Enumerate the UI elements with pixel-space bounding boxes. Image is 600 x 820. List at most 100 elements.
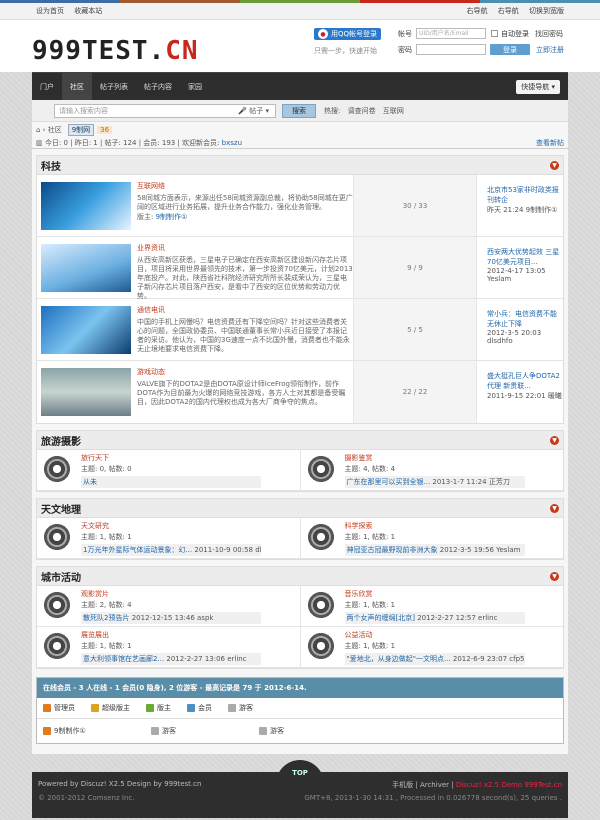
last-post[interactable]: 意大利领事馆在艺画廊2... 2012-2-27 13:06 erlinc — [81, 653, 261, 665]
site-header: 999TEST.CN ● 用QQ帐号登录 只需一步，快速开始 帐号 UID/用户… — [0, 20, 600, 72]
nav-item[interactable]: 帖子列表 — [92, 73, 136, 100]
forum-thumbnail[interactable] — [41, 182, 131, 230]
footer-links[interactable]: 手机版 | Archiver | — [392, 781, 453, 789]
nav-item[interactable]: 社区 — [62, 73, 92, 100]
last-post[interactable]: 1万光年外星际气体运动景象：幻... 2011-10-9 00:58 dlsdh… — [81, 544, 261, 556]
forum-gear-icon[interactable] — [304, 589, 337, 621]
online-user[interactable]: 游客 — [151, 726, 259, 736]
forum-stats: 主题: 1, 帖数: 1 — [344, 642, 396, 650]
forum-sections: 科技 ▼ 互联网络 58同城方面表示，来源出任58同城资源副总裁，将协助58同城… — [32, 155, 568, 669]
processed-time: GMT+8, 2013-1-30 14:31 , Processed in 0.… — [304, 794, 562, 802]
set-homepage-link[interactable]: 设为首页 — [36, 7, 64, 15]
search-button[interactable]: 搜索 — [282, 103, 316, 118]
user-icon — [151, 727, 159, 735]
breadcrumb-community[interactable]: 社区 — [48, 125, 62, 135]
new-member-link[interactable]: bxszu — [222, 139, 242, 147]
forum-section: 城市活动 ▼ 观影赏片 主题: 2, 帖数: 4 散死队2预告片 2012-12… — [36, 566, 564, 669]
moderator-link[interactable]: 9制制作① — [156, 213, 188, 221]
forum-thumbnail[interactable] — [41, 244, 131, 292]
hot-search-item[interactable]: 调查问卷 — [348, 107, 376, 115]
forum-thumbnail[interactable] — [41, 306, 131, 354]
last-post[interactable]: 从未 — [81, 476, 261, 488]
forum-thumbnail[interactable] — [41, 368, 131, 416]
user-icon — [259, 727, 267, 735]
forum-name-link[interactable]: 科学探索 — [345, 521, 525, 531]
collapse-icon[interactable]: ▼ — [550, 435, 559, 445]
login-button[interactable]: 登录 — [490, 44, 530, 55]
last-post[interactable]: 神冠亚古冠最野现前非洲大象 2012-3-5 19:56 Yeslam — [344, 544, 525, 556]
forum-gear-icon[interactable] — [304, 521, 337, 553]
forum-cell: 旅行天下 主题: 0, 帖数: 0 从未 — [37, 450, 300, 491]
forum-last-post: 北京市53家非时政类报刊转企 昨天 21:24 9制制作① — [477, 175, 563, 236]
nav-item[interactable]: 门户 — [32, 73, 62, 100]
hot-search-item[interactable]: 互联网 — [383, 107, 404, 115]
right-nav-link-1[interactable]: 右导航 — [467, 7, 488, 15]
forum-name-link[interactable]: 业界资讯 — [137, 243, 353, 253]
qq-login-button[interactable]: ● 用QQ帐号登录 — [314, 28, 382, 40]
username-input[interactable]: UID/用户名/Email — [416, 28, 486, 39]
forum-info: 旅行天下 主题: 0, 帖数: 0 从未 — [81, 453, 261, 488]
username-label: 帐号 — [398, 29, 412, 38]
forum-cell: 观影赏片 主题: 2, 帖数: 4 散死队2预告片 2012-12-15 13:… — [37, 586, 300, 627]
forgot-password-link[interactable]: 找回密码 — [535, 29, 563, 39]
nav-item[interactable]: 家园 — [180, 73, 210, 100]
forum-name-link[interactable]: 公益活动 — [345, 630, 525, 640]
last-post-link[interactable]: 盛大挺孔巨人争DOTA2代理 新贵联... — [487, 371, 563, 391]
forum-name-link[interactable]: 游戏动态 — [137, 367, 353, 377]
forum-info: 科学探索 主题: 1, 帖数: 1 神冠亚古冠最野现前非洲大象 2012-3-5… — [344, 521, 525, 556]
forum-row: 游戏动态 VALVE旗下的DOTA2是由DOTA原设计师IceFrog领衔制作，… — [37, 361, 563, 423]
forum-gear-icon[interactable] — [304, 630, 337, 662]
breadcrumb: ⌂ › 社区 9制网 36 — [32, 122, 568, 137]
forum-gear-icon[interactable] — [41, 589, 73, 621]
site-logo[interactable]: 999TEST.CN — [32, 36, 199, 66]
footer-demo-link[interactable]: Discuz! x2.5 Demo 999Test.cn — [456, 781, 562, 789]
last-post-link[interactable]: 常小兵：电信资费不能无休止下降 — [487, 309, 563, 329]
last-post[interactable]: 散死队2预告片 2012-12-15 13:46 aspk — [81, 612, 261, 624]
auto-login-checkbox[interactable] — [491, 30, 498, 37]
section-title: 天文地理 — [41, 504, 81, 516]
last-post[interactable]: 两个女声的缠绵[北京] 2012-2-27 12:57 erlinc — [344, 612, 525, 624]
back-to-top-button[interactable]: TOP — [276, 760, 324, 786]
forum-section: 天文地理 ▼ 天文研究 主题: 1, 帖数: 1 1万光年外星际气体运动景象：幻… — [36, 498, 564, 560]
collapse-icon[interactable]: ▼ — [550, 160, 559, 170]
user-badge[interactable]: 9制网 — [67, 123, 95, 136]
last-post[interactable]: "爱地北，从身边做起"一文明点... 2012-6-9 23:07 cfp520 — [344, 653, 525, 665]
register-link[interactable]: 立即注册 — [536, 45, 564, 55]
search-category-select[interactable]: 帖子 ▾ — [249, 106, 269, 116]
forum-row: 通信电讯 中国的手机上网慢吗？电信资费还有下降空间吗？针对这些消费者关心的问题，… — [37, 299, 563, 361]
forum-stats: 主题: 1, 帖数: 1 — [344, 601, 396, 609]
view-new-posts-link[interactable]: 查看新帖 — [536, 138, 564, 148]
wide-mode-link[interactable]: 切换到宽版 — [529, 7, 564, 15]
forum-gear-icon[interactable] — [41, 453, 73, 485]
legend-item: 会员 — [187, 703, 212, 713]
collapse-icon[interactable]: ▼ — [550, 571, 559, 581]
forum-last-post: 常小兵：电信资费不能无休止下降 2012-3-5 20:03 dlsdhfo — [477, 299, 563, 360]
forum-name-link[interactable]: 摄影鉴赏 — [345, 453, 525, 463]
bookmark-link[interactable]: 收藏本站 — [74, 7, 102, 15]
last-post-link[interactable]: 北京市53家非时政类报刊转企 — [487, 185, 563, 205]
online-user[interactable]: 游客 — [259, 726, 367, 736]
forum-name-link[interactable]: 观影赏片 — [81, 589, 261, 599]
forum-gear-icon[interactable] — [304, 453, 337, 485]
mic-icon[interactable]: 🎤 — [238, 107, 247, 115]
forum-gear-icon[interactable] — [41, 521, 73, 553]
forum-name-link[interactable]: 旅行天下 — [81, 453, 261, 463]
nav-item[interactable]: 帖子内容 — [136, 73, 180, 100]
right-nav-link-2[interactable]: 右导航 — [498, 7, 519, 15]
search-input[interactable]: 请输入搜索内容 🎤 帖子 ▾ — [54, 103, 276, 118]
forum-name-link[interactable]: 互联网络 — [137, 181, 353, 191]
forum-main: 互联网络 58同城方面表示，来源出任58同城资源副总裁，将协助58同城在更广阔的… — [137, 175, 353, 236]
forum-description: 中国的手机上网慢吗？电信资费还有下降空间吗？针对这些消费者关心的问题，全国政协委… — [137, 318, 350, 353]
forum-name-link[interactable]: 天文研究 — [81, 521, 261, 531]
quick-nav-button[interactable]: 快捷导航 ▾ — [516, 80, 560, 94]
home-icon[interactable]: ⌂ — [36, 126, 40, 134]
forum-gear-icon[interactable] — [41, 630, 73, 662]
forum-name-link[interactable]: 音乐欣赏 — [345, 589, 525, 599]
last-post[interactable]: 广东在那里可以买到全银... 2013-1-7 11:24 正芳刀 — [344, 476, 525, 488]
forum-name-link[interactable]: 通信电讯 — [137, 305, 353, 315]
collapse-icon[interactable]: ▼ — [550, 503, 559, 513]
last-post-link[interactable]: 西安两大优势起效 三星70亿美元项目... — [487, 247, 563, 267]
online-user[interactable]: 9制制作① — [43, 726, 151, 736]
forum-name-link[interactable]: 展览展出 — [81, 630, 261, 640]
password-input[interactable] — [416, 44, 486, 55]
